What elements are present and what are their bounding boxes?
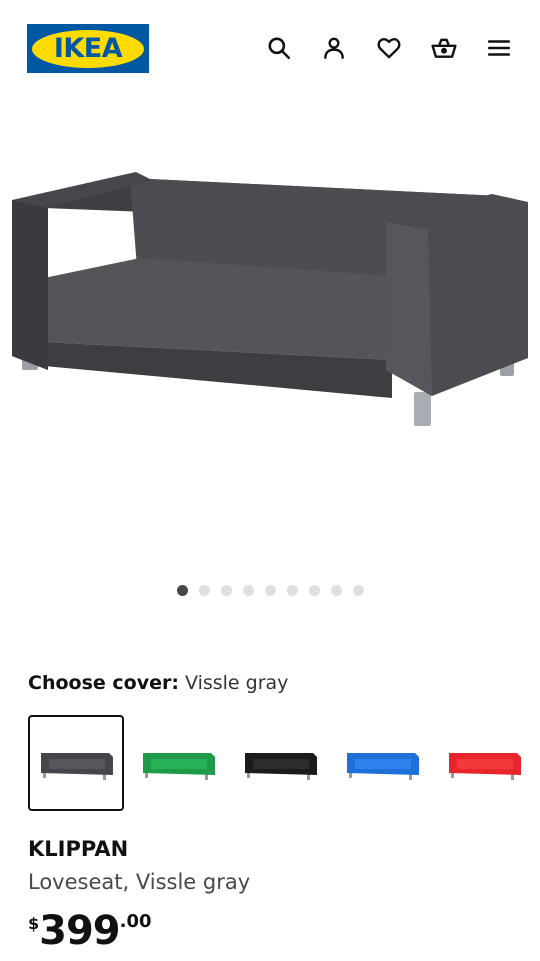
search-icon[interactable]	[264, 33, 294, 63]
gallery-dot[interactable]	[176, 585, 188, 596]
gallery-dot[interactable]	[264, 585, 276, 596]
cover-swatch-blue[interactable]	[334, 715, 430, 811]
price-currency: $	[28, 914, 40, 933]
gallery-dot[interactable]	[330, 585, 342, 596]
product-image[interactable]	[0, 120, 540, 560]
choose-cover-label: Choose cover:	[28, 672, 179, 694]
user-icon[interactable]	[319, 33, 349, 63]
gallery-pagination	[0, 585, 540, 597]
choose-cover-heading: Choose cover: Vissle gray	[28, 671, 288, 695]
heart-icon[interactable]	[374, 33, 404, 63]
basket-icon[interactable]	[429, 33, 459, 63]
header: IKEA	[0, 0, 540, 96]
ikea-logo[interactable]: IKEA	[27, 24, 149, 73]
logo-text: IKEA	[53, 33, 123, 64]
cover-swatches	[28, 715, 540, 811]
gallery-dot[interactable]	[352, 585, 364, 596]
cover-swatch-red[interactable]	[436, 715, 532, 811]
cover-swatch-gray[interactable]	[28, 715, 124, 811]
product-name: KLIPPAN	[28, 837, 129, 861]
logo-oval: IKEA	[32, 29, 144, 68]
product-description: Loveseat, Vissle gray	[28, 870, 251, 894]
cover-swatch-black[interactable]	[232, 715, 328, 811]
product-price: $ 399 .00	[28, 908, 152, 954]
price-integer: 399	[39, 908, 120, 954]
menu-icon[interactable]	[484, 33, 514, 63]
gallery-dot[interactable]	[242, 585, 254, 596]
gallery-dot[interactable]	[286, 585, 298, 596]
gallery-dot[interactable]	[198, 585, 210, 596]
gallery-dot[interactable]	[308, 585, 320, 596]
price-decimal: .00	[119, 911, 152, 932]
choose-cover-value: Vissle gray	[185, 672, 289, 694]
gallery-dot[interactable]	[220, 585, 232, 596]
cover-swatch-green[interactable]	[130, 715, 226, 811]
